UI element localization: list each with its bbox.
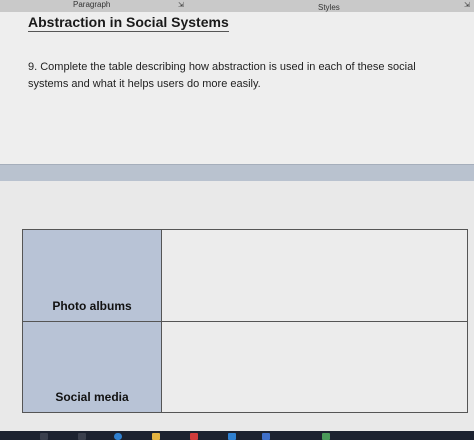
mail-icon[interactable] xyxy=(228,433,236,440)
app-icon-2[interactable] xyxy=(322,433,330,440)
answer-table: Photo albums Social media xyxy=(22,229,468,413)
taskbar xyxy=(0,431,474,440)
store-icon[interactable] xyxy=(190,433,198,440)
taskbar-app-icon[interactable] xyxy=(40,433,48,440)
styles-group-label: Styles xyxy=(318,3,340,12)
page-title: Abstraction in Social Systems xyxy=(28,14,229,32)
table-row: Photo albums xyxy=(22,229,468,322)
taskbar-app-icon-2[interactable] xyxy=(78,433,86,440)
table-row: Social media xyxy=(22,320,468,413)
edge-icon[interactable] xyxy=(114,433,122,440)
paragraph-dialog-launcher-icon[interactable]: ⇲ xyxy=(178,1,184,9)
app-icon[interactable] xyxy=(262,433,270,440)
row-label-social-media[interactable]: Social media xyxy=(22,320,162,413)
folder-icon[interactable] xyxy=(152,433,160,440)
row-label-photo-albums[interactable]: Photo albums xyxy=(22,229,162,322)
document-page[interactable]: Abstraction in Social Systems 9. Complet… xyxy=(0,12,474,164)
styles-dialog-launcher-icon[interactable]: ⇲ xyxy=(464,1,470,9)
document-page-2[interactable]: Photo albums Social media xyxy=(0,181,474,431)
page-break-gap xyxy=(0,164,474,182)
paragraph-group-label: Paragraph xyxy=(73,0,111,9)
answer-cell-social-media[interactable] xyxy=(161,320,468,413)
question-text: 9. Complete the table describing how abs… xyxy=(28,61,416,90)
answer-cell-photo-albums[interactable] xyxy=(161,229,468,322)
